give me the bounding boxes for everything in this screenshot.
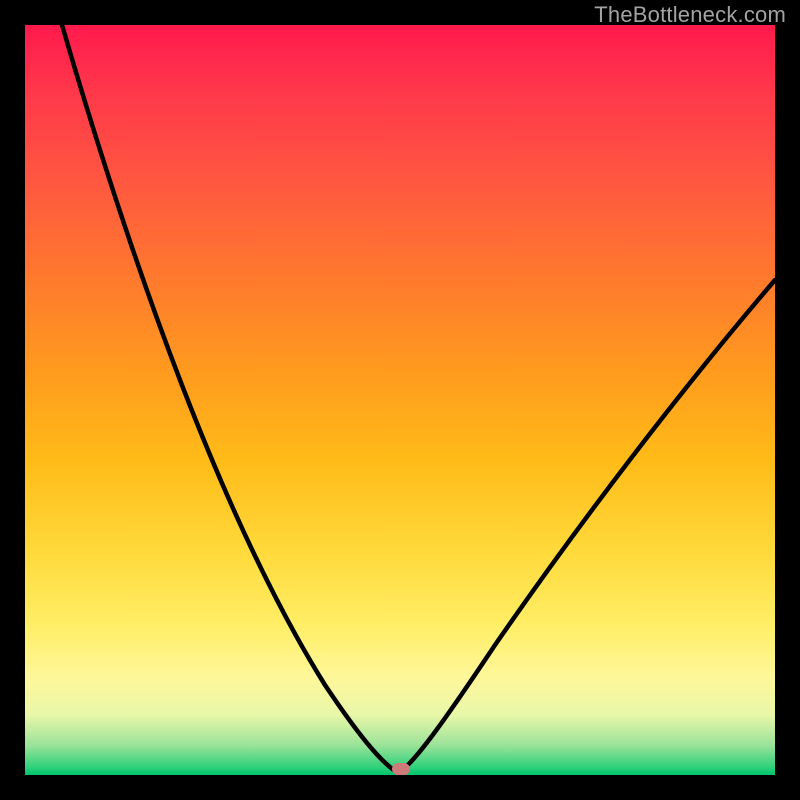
optimal-marker xyxy=(392,763,410,775)
chart-frame: TheBottleneck.com xyxy=(0,0,800,800)
curve-path xyxy=(62,25,775,773)
plot-area xyxy=(25,25,775,775)
bottleneck-curve xyxy=(25,25,775,775)
